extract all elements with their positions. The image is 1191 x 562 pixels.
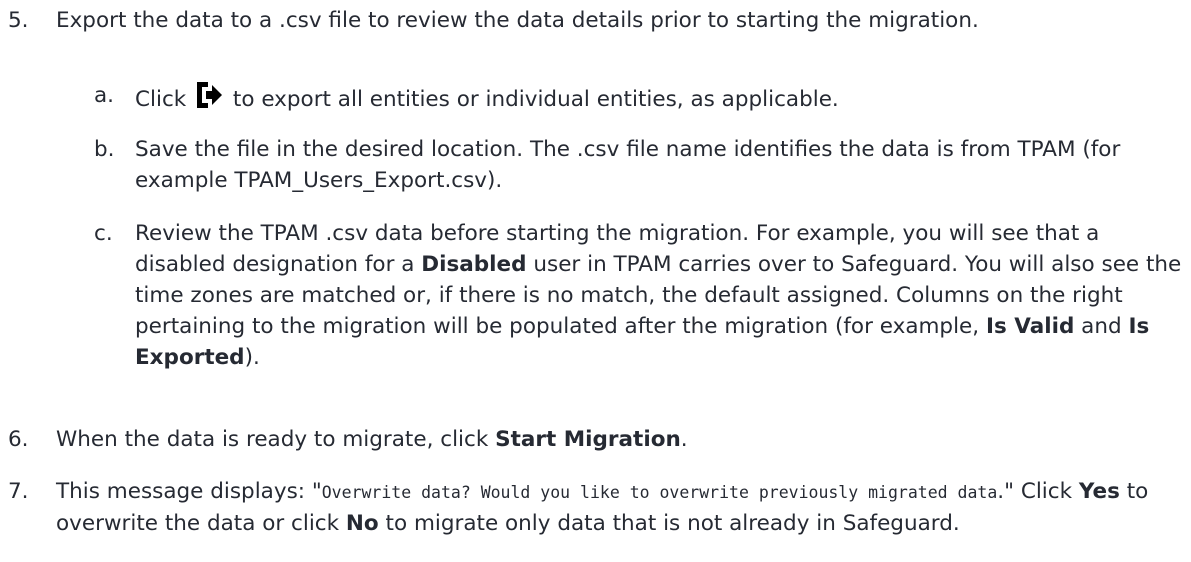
ui-term-is-valid: Is Valid	[985, 314, 1075, 339]
message-text: Overwrite data? Would you like to overwr…	[321, 483, 998, 502]
step-text: This message displays: "Overwrite data? …	[56, 479, 1149, 536]
step-number: 6.	[8, 427, 29, 452]
step-number: 7.	[8, 479, 29, 504]
document-page: 5. Export the data to a .csv file to rev…	[0, 0, 1191, 562]
ui-term-start-migration: Start Migration	[495, 427, 681, 452]
step-text: When the data is ready to migrate, click…	[56, 427, 688, 452]
ui-term-no: No	[345, 511, 379, 536]
ui-term-yes: Yes	[1078, 479, 1120, 504]
step-number: 5.	[8, 8, 29, 33]
substep-text: Review the TPAM .csv data before startin…	[135, 221, 1182, 370]
substep-letter: c.	[94, 221, 113, 246]
substep-text: Click to export all entities or individu…	[135, 80, 1183, 119]
ui-term-disabled: Disabled	[421, 252, 527, 277]
substep-letter: a.	[94, 83, 115, 108]
step-text: Export the data to a .csv file to review…	[56, 8, 979, 33]
export-icon	[194, 80, 224, 119]
substep-text: Save the file in the desired location. T…	[135, 137, 1121, 193]
substep-letter: b.	[94, 137, 115, 162]
